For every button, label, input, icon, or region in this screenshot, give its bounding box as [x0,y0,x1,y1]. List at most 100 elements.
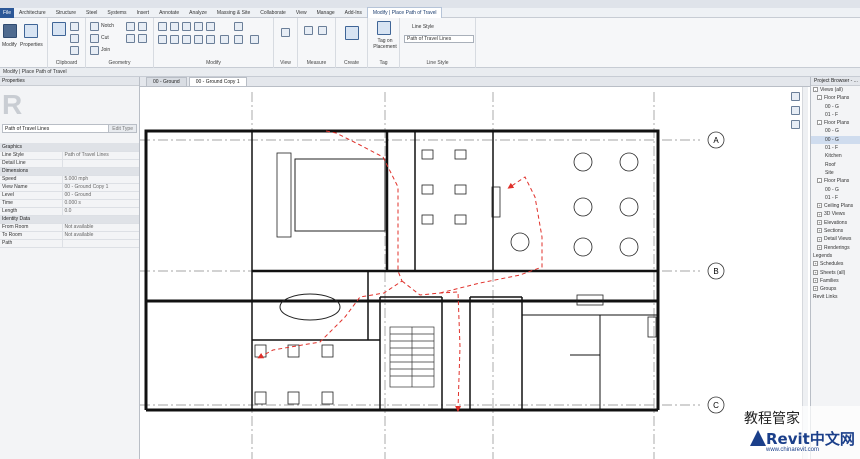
browser-item[interactable]: 00 - G [811,186,860,194]
property-value[interactable]: 00 - Ground Copy 1 [61,183,139,192]
expand-toggle-icon[interactable]: + [813,286,818,292]
property-value[interactable]: Path of Travel Lines [61,151,139,160]
property-value[interactable] [61,159,139,168]
expand-toggle-icon[interactable]: + [817,236,822,242]
expand-toggle-icon[interactable]: + [813,278,818,283]
property-value[interactable]: 00 - Ground [61,191,139,200]
type-selector[interactable]: Path of Travel Lines Edit Type [2,124,137,133]
browser-item[interactable]: - Floor Plans [811,94,860,102]
pin-icon[interactable] [234,22,243,31]
expand-toggle-icon[interactable]: + [817,203,822,209]
browser-item[interactable]: + Sheets (all) [811,269,860,277]
ribbon-tab[interactable]: Systems [102,8,131,18]
mirror-axis-icon[interactable] [182,22,191,31]
ribbon-tab[interactable]: Add-Ins [340,8,367,18]
split-face-icon[interactable] [138,22,147,31]
browser-item[interactable]: 01 - F [811,111,860,119]
unpin-icon[interactable] [234,35,243,44]
expand-toggle-icon[interactable]: + [817,244,822,250]
ribbon-tab[interactable]: Architecture [14,8,51,18]
wall-joins-icon[interactable] [126,22,135,31]
measure-icon[interactable] [304,26,313,35]
browser-item[interactable]: 00 - G [811,135,860,145]
browser-item[interactable]: Revit Links [811,293,860,301]
expand-toggle-icon[interactable]: + [817,219,822,225]
ribbon-tab[interactable]: File [0,7,14,18]
delete-icon[interactable] [250,35,259,44]
property-value[interactable] [61,239,139,248]
browser-item[interactable]: + Renderings [811,244,860,252]
steering-wheel-icon[interactable] [791,92,800,101]
browser-item[interactable]: Legends [811,252,860,260]
browser-item[interactable]: + Families [811,277,860,285]
paste-icon[interactable] [52,22,66,36]
browser-item[interactable]: + Elevations [811,219,860,227]
browser-item[interactable]: Roof [811,161,860,169]
expand-toggle-icon[interactable]: - [817,120,822,126]
browser-item[interactable]: + Groups [811,285,860,293]
ribbon-tab[interactable]: Manage [312,8,340,18]
canvas-scrollbar[interactable] [802,87,808,459]
properties-icon[interactable] [24,24,38,38]
offset-icon[interactable] [170,22,179,31]
expand-toggle-icon[interactable]: - [813,87,818,93]
dimension-icon[interactable] [318,26,327,35]
split-icon[interactable] [206,22,215,31]
browser-item[interactable]: + Schedules [811,260,860,268]
property-value[interactable]: 0.000 s [61,199,139,208]
expand-toggle-icon[interactable]: + [817,228,822,234]
browser-item[interactable]: + Sections [811,227,860,235]
browser-item[interactable]: 00 - G [811,127,860,135]
property-value[interactable]: Not available [61,231,139,240]
align-icon[interactable] [158,22,167,31]
ribbon-tab[interactable]: Collaborate [255,8,291,18]
join-icon[interactable] [90,46,99,55]
modify-cursor-icon[interactable] [3,24,17,38]
zoom-icon[interactable] [791,106,800,115]
expand-toggle-icon[interactable]: + [813,261,818,267]
ribbon-tab[interactable]: View [291,8,312,18]
rotate-icon[interactable] [182,35,191,44]
browser-item[interactable]: - Floor Plans [811,119,860,127]
ribbon-tab[interactable]: Annotate [154,8,184,18]
ribbon-tab[interactable]: Modify | Place Path of Travel [366,7,443,18]
demolish-icon[interactable] [138,34,147,43]
browser-item[interactable]: - Floor Plans [811,177,860,185]
paint-icon[interactable] [126,34,135,43]
browser-item[interactable]: Kitchen [811,152,860,160]
ribbon-tab[interactable]: Massing & Site [212,8,255,18]
ribbon-tab[interactable]: Analyze [184,8,212,18]
property-value[interactable]: 5.000 mph [61,175,139,184]
cut-icon[interactable] [70,22,79,31]
mirror-draw-icon[interactable] [194,22,203,31]
create-group-icon[interactable] [345,26,359,40]
ribbon-tab[interactable]: Insert [132,8,155,18]
view-icon[interactable] [281,28,290,37]
browser-item[interactable]: 00 - G [811,103,860,111]
copy-icon[interactable] [70,34,79,43]
browser-item[interactable]: Site [811,169,860,177]
expand-toggle-icon[interactable]: - [817,178,822,184]
browser-item[interactable]: + Ceiling Plans [811,202,860,210]
cut-geometry-icon[interactable] [90,34,99,43]
tab-ground-copy[interactable]: 00 - Ground Copy 1 [188,77,247,86]
scale-icon[interactable] [220,35,229,44]
property-value[interactable]: 0.0 [61,207,139,216]
edit-type-button[interactable]: Edit Type [108,125,136,132]
pan-icon[interactable] [791,120,800,129]
browser-item[interactable]: 01 - F [811,194,860,202]
tag-on-placement-icon[interactable] [377,21,391,35]
browser-item[interactable]: 01 - F [811,144,860,152]
move-icon[interactable] [158,35,167,44]
tab-ground[interactable]: 00 - Ground [146,77,187,86]
ribbon-tab[interactable]: Structure [51,8,81,18]
browser-item[interactable]: + Detail Views [811,235,860,243]
expand-toggle-icon[interactable]: + [817,211,822,217]
line-style-dropdown[interactable]: Path of Travel Lines [404,35,474,43]
match-properties-icon[interactable] [70,46,79,55]
browser-item[interactable]: +3D Views [811,210,860,218]
copy-element-icon[interactable] [170,35,179,44]
ribbon-tab[interactable]: Steel [81,8,102,18]
browser-item[interactable]: - Views (all) [811,86,860,94]
expand-toggle-icon[interactable]: + [813,269,818,275]
